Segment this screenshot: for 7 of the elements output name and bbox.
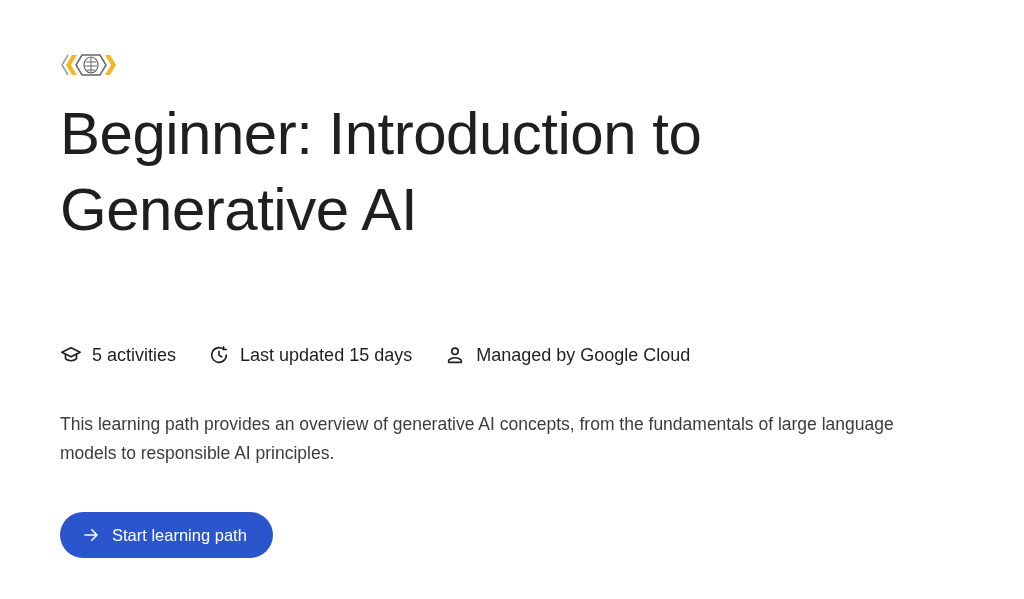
arrow-icon (82, 526, 100, 544)
description: This learning path provides an overview of generative AI concepts, from the fundamentals of large language models to responsible AI principles. (60, 413, 895, 465)
start-button[interactable]: Start learning path (60, 512, 273, 558)
meta-label: Last updated 15 days (240, 344, 413, 366)
meta-label: 5 activities (92, 344, 177, 366)
page-title: Beginner: Introduction to Generative AI (60, 99, 703, 245)
meta-label: Managed by Google Cloud (476, 344, 691, 366)
